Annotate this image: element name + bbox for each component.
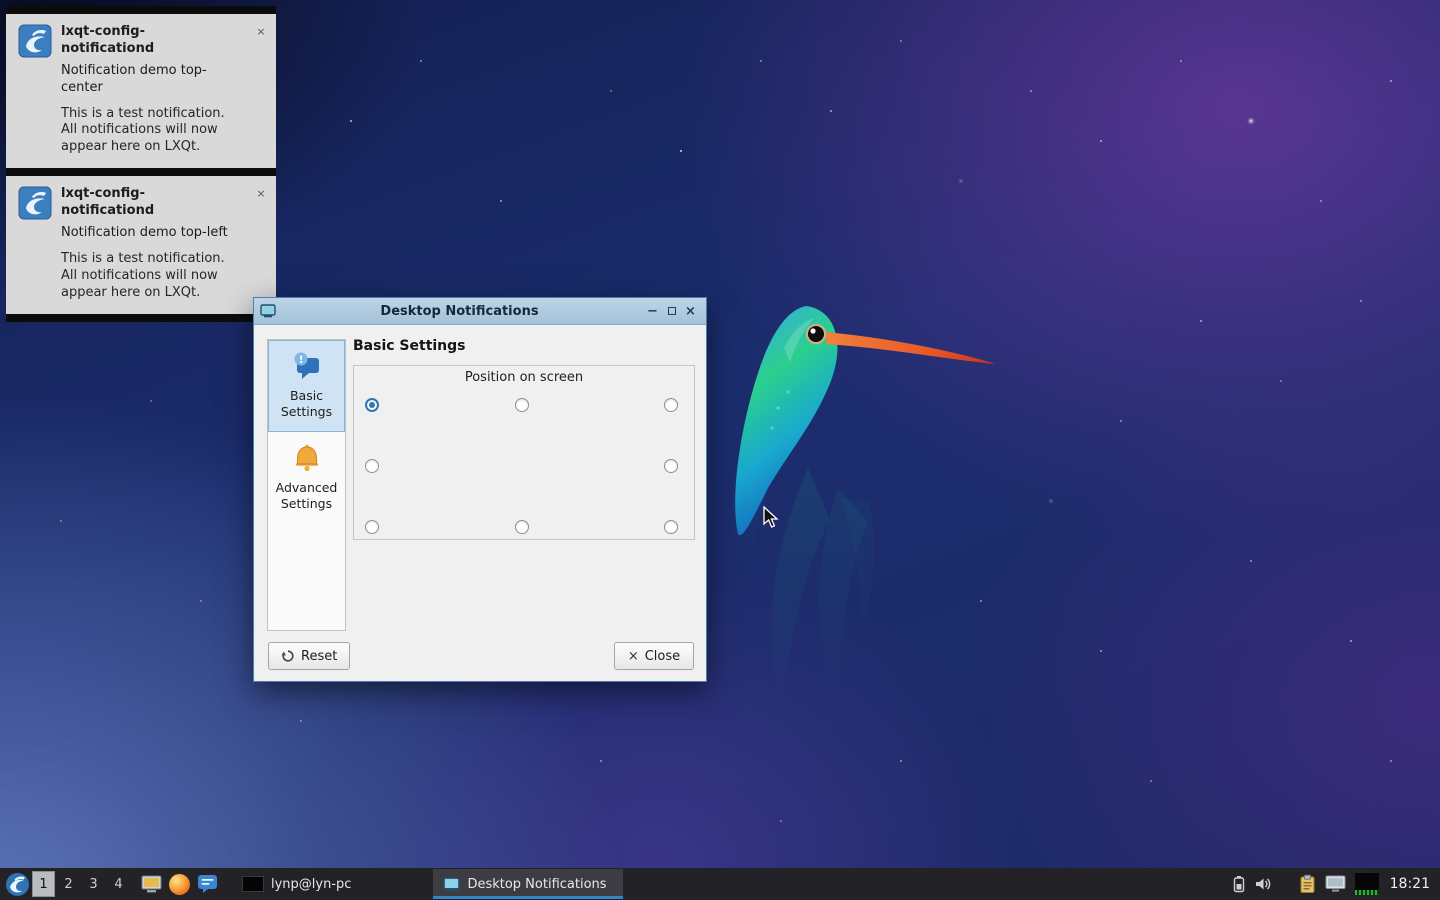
close-button-label: Close	[645, 649, 680, 664]
wallpaper-hummingbird	[688, 288, 1018, 718]
basic-settings-icon	[290, 349, 324, 383]
radio-position-middle-left[interactable]	[365, 459, 379, 473]
notification-body: This is a test notification. All notific…	[61, 251, 237, 302]
close-x-icon: ×	[628, 649, 639, 664]
task-button-label: Desktop Notifications	[467, 877, 606, 892]
workspace-button-1[interactable]: 1	[32, 871, 55, 897]
notification-app-name: lxqt-config-notificationd	[61, 186, 237, 220]
notification-close-icon[interactable]: ×	[254, 186, 268, 200]
notification-close-icon[interactable]: ×	[254, 24, 268, 38]
sidebar-item-advanced-settings[interactable]: Advanced Settings	[268, 432, 345, 524]
radio-position-bottom-center[interactable]	[515, 520, 529, 534]
firefox-icon	[169, 874, 190, 895]
restore-button[interactable]	[662, 302, 681, 321]
settings-sidebar: Basic Settings Advanced Settings	[267, 339, 346, 631]
start-menu-button[interactable]	[4, 871, 30, 897]
resource-monitor-icon[interactable]	[1355, 873, 1379, 895]
window-title: Desktop Notifications	[276, 304, 643, 319]
workspace-button-3[interactable]: 3	[82, 871, 105, 897]
taskbar: 1 2 3 4 lynp@lyn-pc Desktop Notification…	[0, 868, 1440, 900]
notification-text: lxqt-config-notificationd Notification d…	[61, 186, 237, 301]
lxqt-app-icon	[18, 24, 52, 58]
task-button-desktop-notifications[interactable]: Desktop Notifications	[433, 869, 623, 899]
reset-button-label: Reset	[301, 649, 337, 664]
sidebar-item-label: Advanced Settings	[271, 480, 342, 513]
terminal-thumbnail	[242, 876, 264, 892]
notification-summary: Notification demo top-center	[61, 63, 237, 97]
bell-icon	[290, 441, 324, 475]
close-button[interactable]: ×	[681, 302, 700, 321]
mouse-cursor	[762, 506, 782, 530]
lxqt-logo-icon	[5, 872, 30, 897]
minimize-button[interactable]: −	[643, 302, 662, 321]
radio-position-bottom-left[interactable]	[365, 520, 379, 534]
notification-body: This is a test notification. All notific…	[61, 106, 237, 157]
radio-position-middle-right[interactable]	[664, 459, 678, 473]
battery-icon[interactable]	[1233, 875, 1245, 893]
system-tray: 18:21	[1233, 873, 1436, 895]
sidebar-item-basic-settings[interactable]: Basic Settings	[268, 340, 345, 432]
notification-app-name: lxqt-config-notificationd	[61, 24, 237, 58]
workspace-button-4[interactable]: 4	[107, 871, 130, 897]
notification-stack: lxqt-config-notificationd Notification d…	[6, 6, 276, 322]
volume-icon[interactable]	[1254, 876, 1272, 892]
notification: lxqt-config-notificationd Notification d…	[6, 168, 276, 321]
sidebar-item-label: Basic Settings	[271, 388, 342, 421]
titlebar[interactable]: Desktop Notifications − ×	[254, 298, 706, 325]
clipboard-icon[interactable]	[1299, 874, 1316, 894]
taskbar-clock[interactable]: 18:21	[1388, 876, 1430, 892]
window-body: Basic Settings Advanced Settings Basic S…	[254, 325, 706, 681]
position-groupbox: Position on screen	[353, 365, 695, 540]
lxqt-app-icon	[18, 186, 52, 220]
page-title: Basic Settings	[353, 338, 466, 354]
display-icon[interactable]	[1325, 875, 1346, 893]
groupbox-title: Position on screen	[354, 370, 694, 385]
task-button-label: lynp@lyn-pc	[271, 877, 351, 892]
radio-position-top-left[interactable]	[365, 398, 379, 412]
desktop-notifications-window: Desktop Notifications − × Basic Settings	[253, 297, 707, 682]
starfield	[0, 0, 2, 2]
task-button-terminal[interactable]: lynp@lyn-pc	[232, 869, 361, 899]
reset-icon	[281, 649, 295, 663]
radio-position-top-right[interactable]	[664, 398, 678, 412]
notification-text: lxqt-config-notificationd Notification d…	[61, 24, 237, 156]
launcher-chat-icon[interactable]	[194, 871, 220, 897]
window-icon	[260, 304, 276, 318]
notification-summary: Notification demo top-left	[61, 225, 237, 242]
reset-button[interactable]: Reset	[268, 642, 350, 670]
restore-icon	[668, 307, 676, 315]
launcher-desktop-icon[interactable]	[138, 871, 164, 897]
radio-position-bottom-right[interactable]	[664, 520, 678, 534]
window-icon	[443, 877, 460, 892]
dialog-close-button[interactable]: × Close	[614, 642, 694, 670]
notification: lxqt-config-notificationd Notification d…	[6, 6, 276, 168]
radio-position-top-center[interactable]	[515, 398, 529, 412]
workspace-button-2[interactable]: 2	[57, 871, 80, 897]
launcher-firefox-icon[interactable]	[166, 871, 192, 897]
